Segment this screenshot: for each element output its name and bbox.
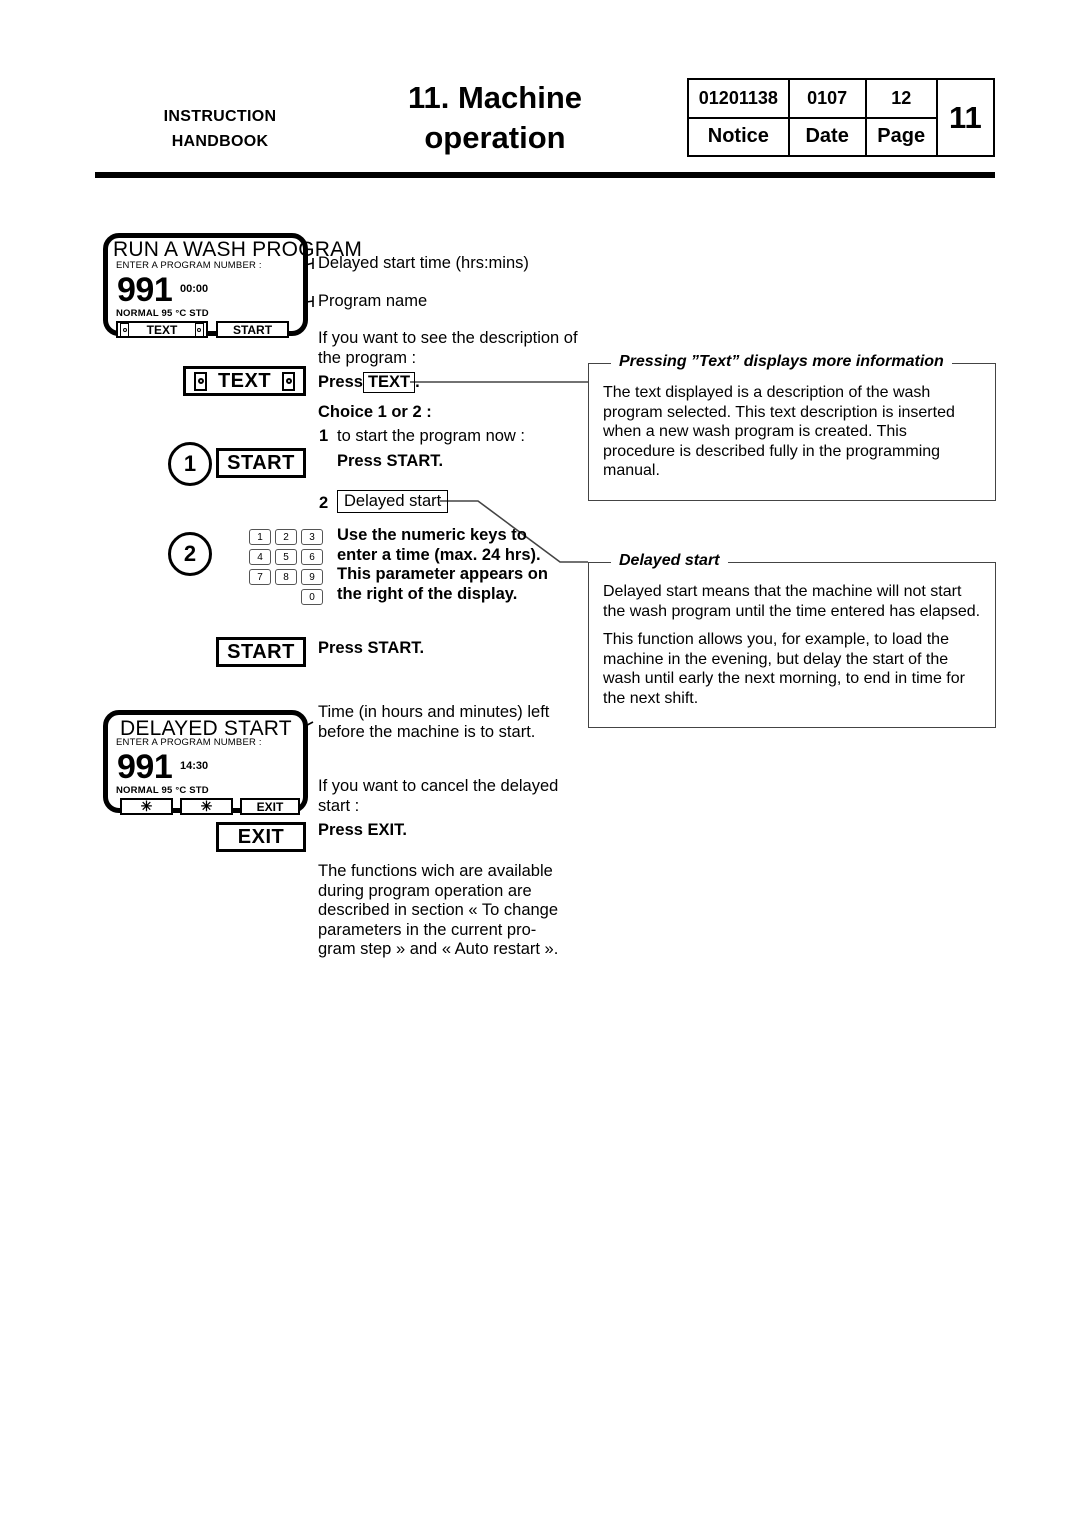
instruction-cancel-delayed: If you want to cancel the delayed start … xyxy=(318,777,559,815)
instruction-press-prefix: Press xyxy=(318,373,363,391)
handbook-label: INSTRUCTION HANDBOOK xyxy=(95,104,345,154)
chapter-column: 11 xyxy=(938,80,993,155)
delayed-panel-subtitle: ENTER A PROGRAM NUMBER : xyxy=(116,737,262,748)
instruction-press-suffix: . xyxy=(415,373,420,391)
keypad-row: 0 xyxy=(249,589,323,605)
keypad-key-5[interactable]: 5 xyxy=(275,549,297,565)
infobox-delayed-start: Delayed start Delayed start means that t… xyxy=(588,552,996,728)
infobox-delayed-start-body: Delayed start means that the machine wil… xyxy=(589,563,995,708)
instruction-press-start: Press START. xyxy=(318,639,425,657)
infobox-delayed-start-paragraph-2: This function allows you, for example, t… xyxy=(603,631,965,707)
text-key-inline-button[interactable]: TEXT xyxy=(362,372,416,393)
handbook-label-line2: HANDBOOK xyxy=(171,133,269,150)
run-panel-subtitle: ENTER A PROGRAM NUMBER : xyxy=(116,260,262,271)
keypad-row: 4 5 6 xyxy=(249,549,323,565)
callout-program-name: Program name xyxy=(318,292,428,310)
exit-key-label: EXIT xyxy=(237,825,285,848)
text-key-graphic[interactable]: TEXT xyxy=(183,366,306,396)
infobox-pressing-text-body: The text displayed is a description of t… xyxy=(589,364,995,481)
notice-value: 01201138 xyxy=(689,80,788,119)
instruction-press-text: Press TEXT. xyxy=(318,372,580,393)
keypad-key-7[interactable]: 7 xyxy=(249,569,271,585)
delayed-panel-program-name: NORMAL 95 °C STD xyxy=(116,785,209,796)
keypad-key-4[interactable]: 4 xyxy=(249,549,271,565)
header-divider xyxy=(95,172,995,178)
run-panel-program-number: 991 xyxy=(117,271,173,309)
notice-column: 01201138 Notice xyxy=(689,80,790,155)
step-marker-1-number: 1 xyxy=(183,451,197,476)
notice-label: Notice xyxy=(707,125,769,148)
keypad-key-6[interactable]: 6 xyxy=(301,549,323,565)
handbook-label-line1: INSTRUCTION xyxy=(163,108,277,125)
led-indicator-left-icon xyxy=(120,322,129,337)
delayed-panel-exit-button[interactable]: EXIT xyxy=(240,798,300,815)
exit-key-graphic[interactable]: EXIT xyxy=(216,822,306,852)
numeric-keypad[interactable]: 1 2 3 4 5 6 7 8 9 0 xyxy=(249,529,323,609)
run-panel-delayed-time: 00:00 xyxy=(180,283,209,295)
delayed-panel-program-number: 991 xyxy=(117,748,173,786)
text-key-led-right-icon xyxy=(282,371,295,391)
delayed-panel-star-button-1[interactable]: ✳ xyxy=(120,798,173,815)
instruction-functions-note: The functions wich are available during … xyxy=(318,862,559,958)
page-title-line1: 11. Machine xyxy=(407,80,583,115)
display-panel-run-wash-program: RUN A WASH PROGRAM ENTER A PROGRAM NUMBE… xyxy=(103,233,362,338)
start-key-graphic-1[interactable]: START xyxy=(216,448,306,478)
chapter-number: 11 xyxy=(948,99,982,135)
keypad-key-3[interactable]: 3 xyxy=(301,529,323,545)
run-panel-start-button[interactable]: START xyxy=(216,321,289,338)
document-reference-table: 01201138 Notice 0107 Date 12 Page 11 xyxy=(687,78,995,157)
instruction-choice: Choice 1 or 2 : xyxy=(318,403,432,421)
led-indicator-right-icon xyxy=(194,322,204,337)
star-icon-2: ✳ xyxy=(200,798,213,814)
page-title: 11. Machine operation xyxy=(330,78,660,158)
date-label: Date xyxy=(805,125,849,148)
delayed-panel-time: 14:30 xyxy=(180,760,209,772)
step-2-number: 2 xyxy=(319,494,329,512)
keypad-key-1[interactable]: 1 xyxy=(249,529,271,545)
text-key-label: TEXT xyxy=(217,369,272,392)
infobox-pressing-text: Pressing ”Text” displays more informatio… xyxy=(588,353,996,501)
callout-delayed-start-time: Delayed start time (hrs:mins) xyxy=(318,254,529,272)
display-panel-delayed-start: DELAYED START ENTER A PROGRAM NUMBER : 9… xyxy=(103,710,308,815)
delayed-panel-star-button-2[interactable]: ✳ xyxy=(180,798,233,815)
date-column: 0107 Date xyxy=(789,80,867,155)
step-2-label: Delayed start xyxy=(337,490,449,513)
start-key-label-2: START xyxy=(227,640,295,663)
page-label: Page xyxy=(877,125,926,148)
run-panel-text-button-label: TEXT xyxy=(146,322,178,337)
step-1-number: 1 xyxy=(319,427,329,445)
infobox-pressing-text-legend: Pressing ”Text” displays more informatio… xyxy=(611,353,952,371)
infobox-delayed-start-paragraph-1: Delayed start means that the machine wil… xyxy=(603,583,981,620)
run-panel-text-button[interactable]: TEXT xyxy=(116,321,208,338)
infobox-pressing-text-paragraph: The text displayed is a description of t… xyxy=(603,384,955,479)
start-key-label-1: START xyxy=(227,451,295,474)
instruction-see-description: If you want to see the description of th… xyxy=(318,329,578,367)
start-key-graphic-2[interactable]: START xyxy=(216,637,306,667)
step-1-action: Press START. xyxy=(337,452,444,470)
text-key-led-left-icon xyxy=(194,371,207,391)
run-panel-program-name: NORMAL 95 °C STD xyxy=(116,308,209,319)
step-marker-2-number: 2 xyxy=(183,541,197,566)
star-icon-1: ✳ xyxy=(140,798,153,814)
keypad-row: 7 8 9 xyxy=(249,569,323,585)
keypad-key-8[interactable]: 8 xyxy=(275,569,297,585)
date-value: 0107 xyxy=(789,80,865,119)
page-title-line2: operation xyxy=(424,120,566,155)
step-2-label-box: Delayed start xyxy=(337,490,449,513)
keypad-row: 1 2 3 xyxy=(249,529,323,545)
keypad-key-9[interactable]: 9 xyxy=(301,569,323,585)
step-1-text: to start the program now : xyxy=(337,427,526,445)
page-header: INSTRUCTION HANDBOOK 11. Machine operati… xyxy=(0,0,1080,185)
delayed-panel-exit-button-label: EXIT xyxy=(256,799,284,814)
instruction-press-exit: Press EXIT. xyxy=(318,821,407,839)
callout-time-left: Time (in hours and minutes) left before … xyxy=(318,703,550,741)
page-column: 12 Page xyxy=(866,80,938,155)
run-panel-start-button-label: START xyxy=(232,322,273,337)
keypad-key-0[interactable]: 0 xyxy=(301,589,323,605)
infobox-delayed-start-legend: Delayed start xyxy=(611,552,728,570)
keypad-key-2[interactable]: 2 xyxy=(275,529,297,545)
step-2-body: Use the numeric keys to enter a time (ma… xyxy=(337,526,548,603)
page-value: 12 xyxy=(866,80,936,119)
